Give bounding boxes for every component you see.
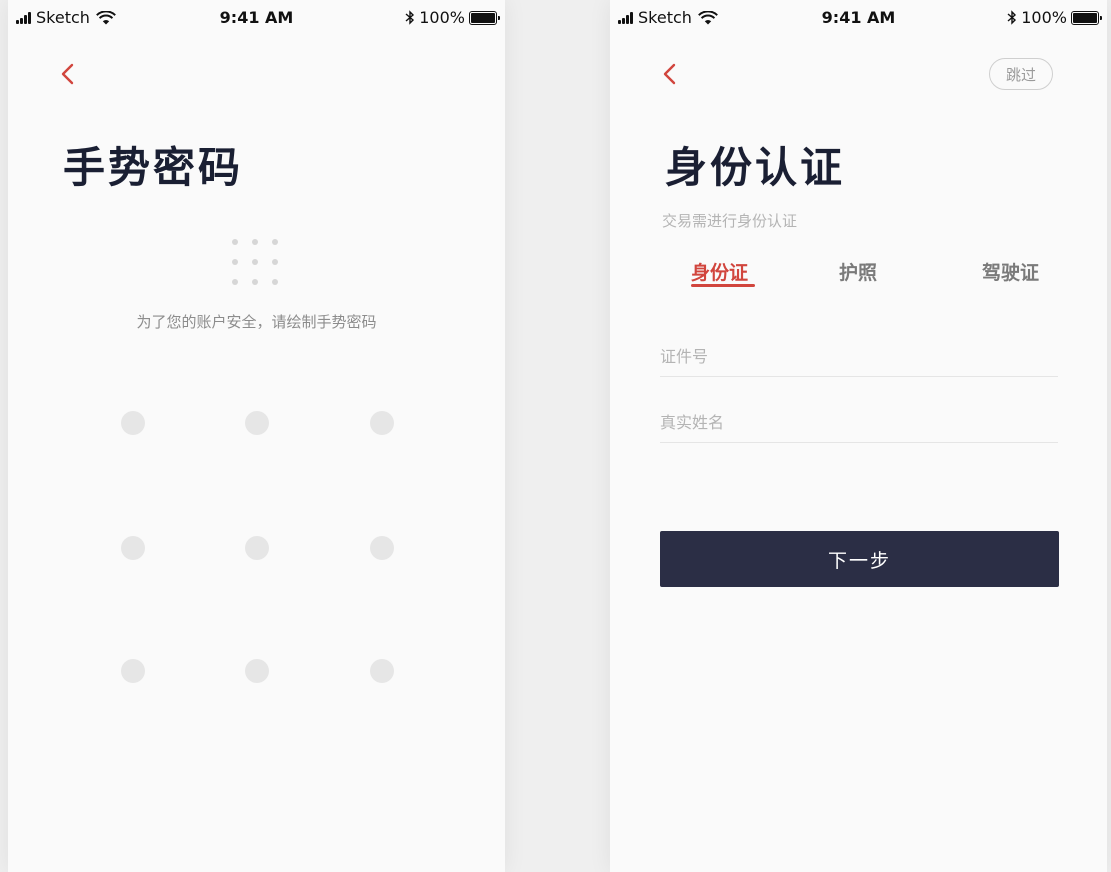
tab-driver-license[interactable]: 驾驶证 [982, 258, 1039, 285]
id-number-input[interactable] [660, 336, 1058, 376]
tab-id-card[interactable]: 身份证 [691, 258, 748, 285]
real-name-field [660, 402, 1058, 443]
gesture-dot[interactable] [370, 659, 394, 683]
back-arrow-icon[interactable] [660, 60, 680, 90]
gesture-dot[interactable] [245, 411, 269, 435]
gesture-pad[interactable] [8, 0, 505, 872]
identity-verification-screen: Sketch 9:41 AM 100% 跳过 身份认证 交易需进行身份认证 身份… [610, 0, 1107, 872]
document-type-tabs: 身份证 护照 驾驶证 [610, 258, 1107, 294]
battery-percent: 100% [1021, 8, 1067, 27]
gesture-dot[interactable] [245, 536, 269, 560]
next-step-button[interactable]: 下一步 [660, 531, 1059, 587]
real-name-input[interactable] [660, 402, 1058, 442]
gesture-dot[interactable] [121, 411, 145, 435]
gesture-dot[interactable] [121, 659, 145, 683]
page-subtitle: 交易需进行身份认证 [662, 212, 798, 230]
gesture-dot[interactable] [245, 659, 269, 683]
gesture-password-screen: Sketch 9:41 AM 100% 手势密码 为了您的账户安全，请绘制手势密… [8, 0, 505, 872]
gesture-dot[interactable] [121, 536, 145, 560]
gesture-dot[interactable] [370, 536, 394, 560]
active-tab-indicator [691, 284, 755, 287]
battery-icon [1071, 10, 1102, 25]
tab-passport[interactable]: 护照 [839, 258, 877, 285]
bluetooth-icon [1007, 10, 1017, 25]
gesture-dot[interactable] [370, 411, 394, 435]
status-right: 100% [1007, 8, 1102, 27]
id-number-field [660, 336, 1058, 377]
status-bar: Sketch 9:41 AM 100% [610, 0, 1107, 34]
page-title: 身份认证 [665, 143, 846, 192]
skip-button[interactable]: 跳过 [989, 58, 1053, 90]
